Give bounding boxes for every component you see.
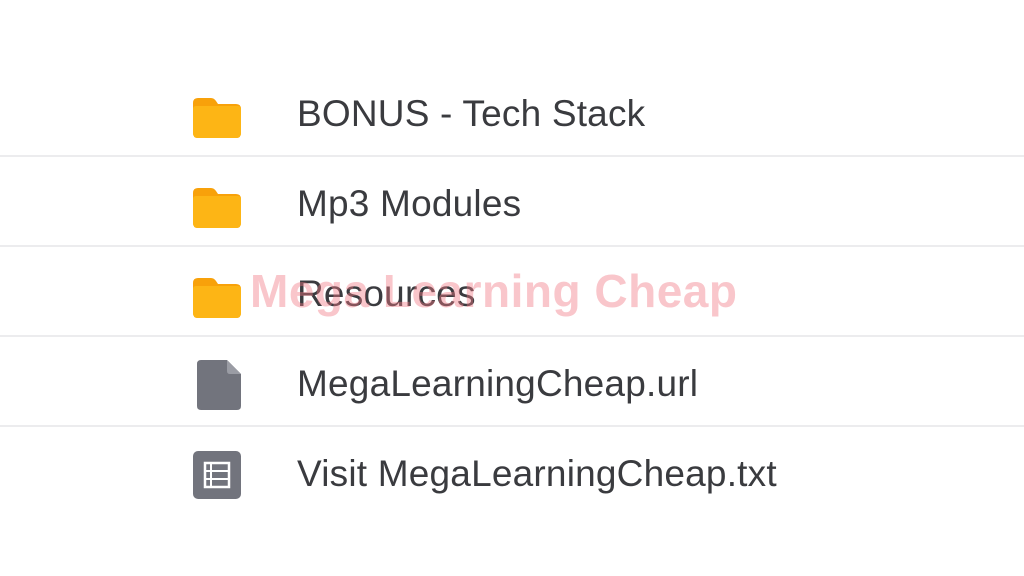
file-row-resources[interactable]: Resources [0,247,1024,337]
folder-icon [191,179,243,231]
file-name: MegaLearningCheap.url [297,363,699,404]
text-file-icon [191,449,243,501]
file-row-megalearningcheap-url[interactable]: MegaLearningCheap.url [0,337,1024,427]
file-name: Mp3 Modules [297,183,522,224]
file-row-mp3-modules[interactable]: Mp3 Modules [0,157,1024,247]
file-name: Visit MegaLearningCheap.txt [297,453,777,494]
file-list: BONUS - Tech Stack Mp3 Modules Resources [0,67,1024,517]
folder-icon [191,89,243,141]
file-icon [191,359,243,411]
file-name: Resources [297,273,476,314]
folder-icon [191,269,243,321]
file-name: BONUS - Tech Stack [297,93,646,134]
file-row-visit-megalearningcheap-txt[interactable]: Visit MegaLearningCheap.txt [0,427,1024,517]
file-row-bonus-tech-stack[interactable]: BONUS - Tech Stack [0,67,1024,157]
